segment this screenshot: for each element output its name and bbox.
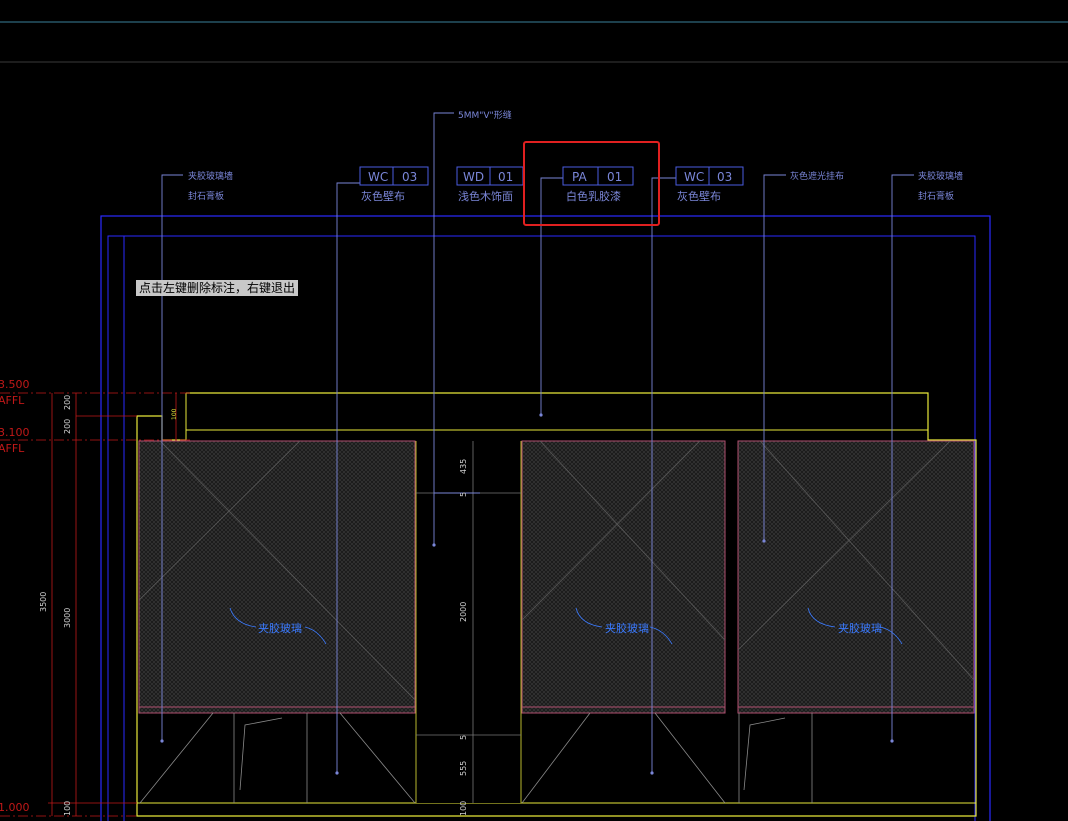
door-dim-100: 100 bbox=[459, 801, 468, 816]
cad-drawing-canvas[interactable]: WC 03 灰色壁布 WD 01 浅色木饰面 PA 01 白色乳胶漆 WC 03… bbox=[0, 0, 1068, 821]
level-2-unit: AFFL bbox=[0, 442, 25, 455]
door-dim-5-top: 5 bbox=[459, 492, 468, 497]
tag-2-desc: 浅色木饰面 bbox=[458, 189, 513, 203]
dim-200-a: 200 bbox=[63, 395, 72, 410]
dim-100-bulkhead: 100 bbox=[171, 408, 178, 420]
callout-right-line2: 封石膏板 bbox=[918, 190, 954, 202]
tag-4-num: 03 bbox=[717, 170, 732, 184]
door-opening bbox=[416, 441, 521, 803]
tag-1-desc: 灰色壁布 bbox=[361, 189, 405, 203]
callout-right-line1: 夹胶玻璃墙 bbox=[918, 170, 963, 182]
glass-label-left: 夹胶玻璃 bbox=[258, 621, 302, 635]
tag-2-num: 01 bbox=[498, 170, 513, 184]
callout-v-groove: 5MM"V"形缝 bbox=[458, 109, 512, 121]
door-dim-555: 555 bbox=[459, 761, 468, 776]
tag-1-num: 03 bbox=[402, 170, 417, 184]
command-tooltip: 点击左键删除标注，右键退出 bbox=[136, 280, 299, 296]
level-1-value: 3.500 bbox=[0, 378, 30, 391]
level-3-value: 1.000 bbox=[0, 801, 30, 814]
level-2-value: 3.100 bbox=[0, 426, 30, 439]
door-dim-435: 435 bbox=[459, 459, 468, 474]
tag-1-code: WC bbox=[368, 170, 388, 184]
glass-label-middle: 夹胶玻璃 bbox=[605, 621, 649, 635]
glass-label-right: 夹胶玻璃 bbox=[838, 621, 882, 635]
dim-3500: 3500 bbox=[39, 592, 48, 612]
door-dim-5-bottom: 5 bbox=[459, 735, 468, 740]
callout-left-line1: 夹胶玻璃墙 bbox=[188, 170, 233, 182]
level-1-unit: AFFL bbox=[0, 394, 25, 407]
callout-left-line2: 封石膏板 bbox=[188, 190, 224, 202]
tag-4-desc: 灰色壁布 bbox=[677, 189, 721, 203]
glass-panel-middle bbox=[521, 440, 726, 714]
tag-4-code: WC bbox=[684, 170, 704, 184]
glass-panel-right bbox=[737, 440, 975, 714]
callout-grey-cloth: 灰色遮光挂布 bbox=[790, 170, 844, 182]
dim-200-b: 200 bbox=[63, 419, 72, 434]
tag-2-code: WD bbox=[463, 170, 484, 184]
door-dim-2000: 2000 bbox=[459, 602, 468, 622]
dim-3000: 3000 bbox=[63, 608, 72, 628]
dim-100: 100 bbox=[63, 801, 72, 816]
glass-panel-left bbox=[138, 440, 416, 714]
selection-highlight-box bbox=[523, 141, 660, 226]
